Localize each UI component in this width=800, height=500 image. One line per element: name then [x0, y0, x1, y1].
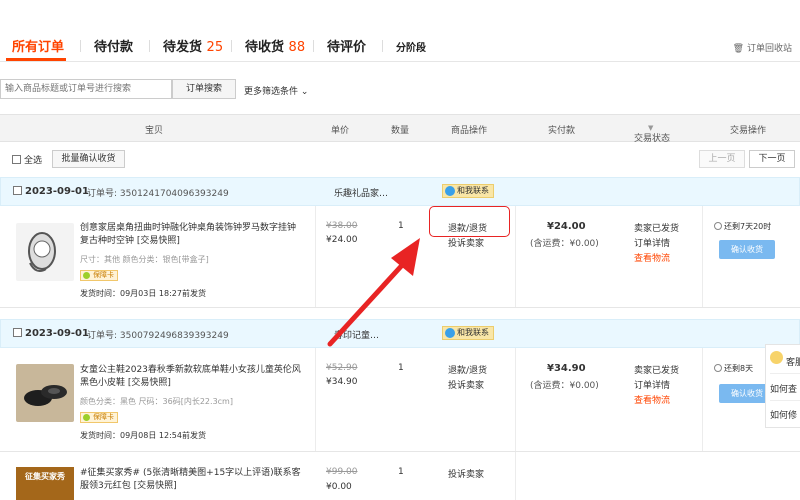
- service-title: 客服: [786, 358, 800, 368]
- divider: [770, 400, 800, 401]
- customer-service-panel[interactable]: 客服 如何查 如何修: [765, 344, 800, 428]
- divider: [770, 373, 800, 374]
- service-avatar-icon: [770, 351, 783, 364]
- annotation-arrow-icon: [327, 238, 420, 347]
- faq-link[interactable]: 如何修: [770, 408, 797, 421]
- faq-link[interactable]: 如何查: [770, 382, 797, 395]
